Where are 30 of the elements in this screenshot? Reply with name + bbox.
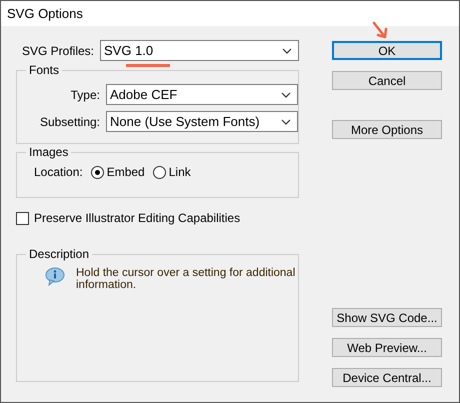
profile-dropdown[interactable]: SVG 1.0 xyxy=(100,40,299,61)
field-label: Type: xyxy=(70,88,101,102)
dropdown[interactable]: None (Use System Fonts) xyxy=(106,111,298,132)
field-label: Location: xyxy=(34,165,84,179)
info-icon xyxy=(44,267,66,287)
dialog-button[interactable]: Web Preview... xyxy=(332,338,442,357)
field-label: SVG Profiles: xyxy=(20,44,95,58)
radio-option[interactable]: Link xyxy=(152,165,191,179)
radio-option[interactable]: Embed xyxy=(90,165,145,179)
group-title: Fonts xyxy=(26,63,62,77)
dialog-button[interactable]: Cancel xyxy=(332,71,442,90)
dialog-button[interactable]: Device Central... xyxy=(332,368,442,387)
group-title: Images xyxy=(26,145,72,159)
description-text: Hold the cursor over a setting for additional information. xyxy=(76,267,296,291)
chevron-icon xyxy=(281,118,291,124)
chevron-icon xyxy=(282,48,292,54)
radio-button[interactable] xyxy=(152,166,166,178)
chevron-icon xyxy=(281,92,291,98)
window-title: SVG Options xyxy=(7,6,83,21)
dialog-button[interactable]: OK xyxy=(332,41,442,60)
checkbox[interactable] xyxy=(16,212,29,224)
radio-button[interactable] xyxy=(90,166,104,178)
dialog-button[interactable]: Show SVG Code... xyxy=(332,308,442,327)
dropdown[interactable]: Adobe CEF xyxy=(106,84,298,105)
group-title: Description xyxy=(26,247,92,261)
field-label: Subsetting: xyxy=(38,114,101,128)
dialog-button[interactable]: More Options xyxy=(332,120,442,139)
checkbox-option[interactable]: Preserve Illustrator Editing Capabilities xyxy=(16,211,299,225)
underline-annotation xyxy=(126,64,170,67)
arrow-annotation xyxy=(372,21,390,41)
